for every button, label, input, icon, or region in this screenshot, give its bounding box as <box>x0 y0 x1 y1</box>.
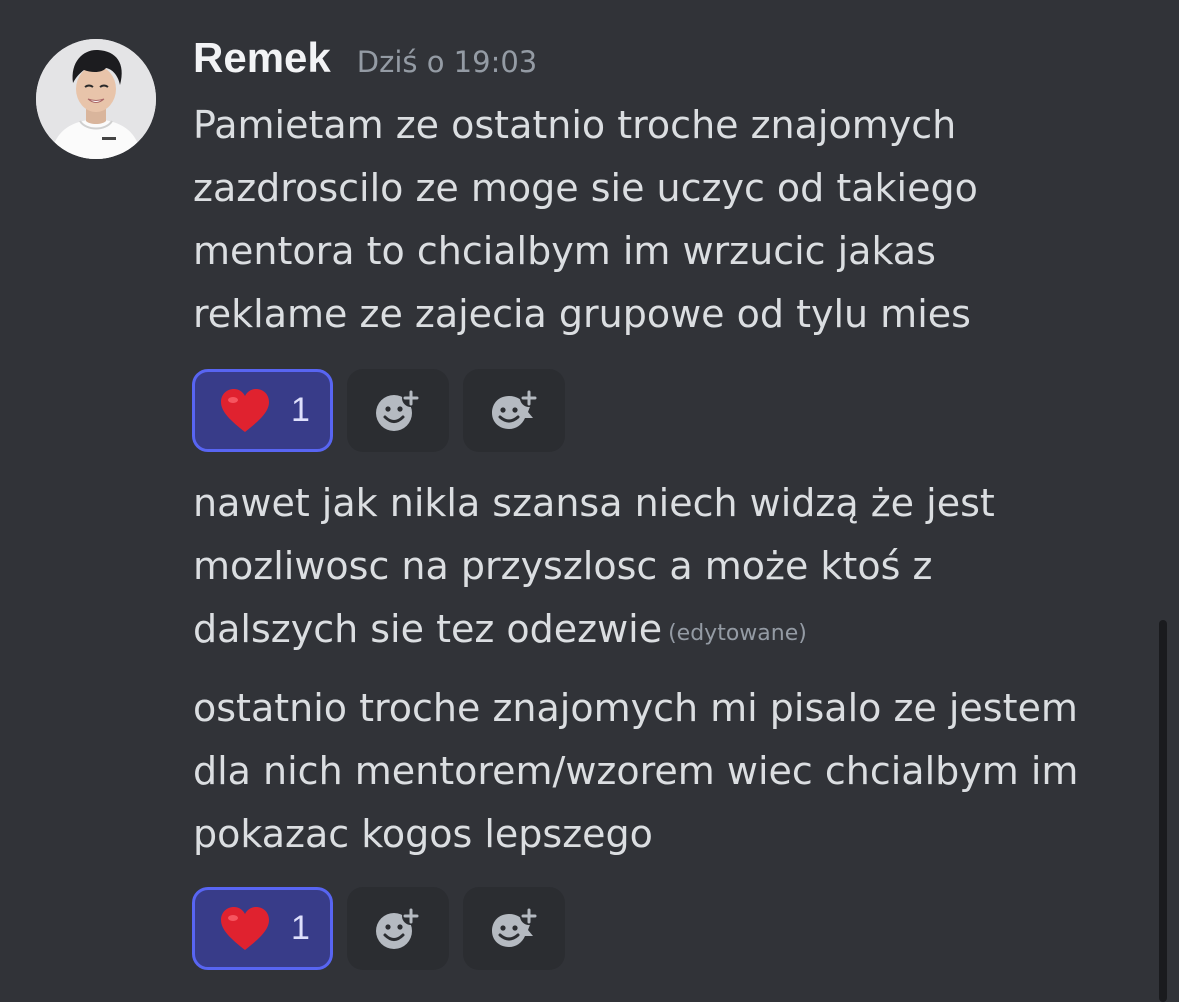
message-line: dla nich mentorem/wzorem wiec chcialbym … <box>193 749 1079 793</box>
add-reaction-button[interactable] <box>347 369 449 452</box>
message-line-text: dalszych sie tez odezwie <box>193 607 663 651</box>
reaction-bar: 1 <box>192 887 565 970</box>
add-super-reaction-icon <box>492 906 538 947</box>
avatar[interactable] <box>36 39 156 159</box>
message-line: nawet jak nikla szansa niech widzą że je… <box>193 481 995 525</box>
add-reaction-icon <box>376 388 420 431</box>
add-super-reaction-button[interactable] <box>463 369 565 452</box>
message-line: zazdroscilo ze moge sie uczyc od takiego <box>193 166 978 210</box>
reaction-count: 1 <box>291 909 310 947</box>
add-reaction-button[interactable] <box>347 887 449 970</box>
edited-label: (edytowane) <box>668 621 807 646</box>
timestamp[interactable]: Dziś o 19:03 <box>357 45 537 79</box>
message-text: nawet jak nikla szansa niech widzą że je… <box>193 472 1153 665</box>
heart-icon <box>221 388 269 432</box>
scrollbar[interactable] <box>1159 620 1167 1002</box>
message-line: pokazac kogos lepszego <box>193 812 653 856</box>
message-line: dalszych sie tez odezwie (edytowane) <box>193 598 1153 665</box>
chat-view: Remek Dziś o 19:03 Pamietam ze ostatnio … <box>0 0 1179 1002</box>
reaction-bar: 1 <box>192 369 565 452</box>
add-super-reaction-button[interactable] <box>463 887 565 970</box>
message-line: mentora to chcialbym im wrzucic jakas <box>193 229 936 273</box>
reaction-heart[interactable]: 1 <box>192 369 333 452</box>
add-super-reaction-icon <box>492 388 538 429</box>
message-text: ostatnio troche znajomych mi pisalo ze j… <box>193 677 1153 866</box>
reaction-heart[interactable]: 1 <box>192 887 333 970</box>
message-line: ostatnio troche znajomych mi pisalo ze j… <box>193 686 1078 730</box>
username[interactable]: Remek <box>193 34 331 82</box>
message-line: Pamietam ze ostatnio troche znajomych <box>193 103 957 147</box>
heart-icon <box>221 906 269 950</box>
add-reaction-icon <box>376 906 420 949</box>
message-line: mozliwosc na przyszlosc a może ktoś z <box>193 544 933 588</box>
message-line: reklame ze zajecia grupowe od tylu mies <box>193 292 971 336</box>
message-text: Pamietam ze ostatnio troche znajomych za… <box>193 94 1153 346</box>
reaction-count: 1 <box>291 391 310 429</box>
message-header: Remek Dziś o 19:03 <box>193 34 537 94</box>
avatar-image <box>36 39 156 159</box>
